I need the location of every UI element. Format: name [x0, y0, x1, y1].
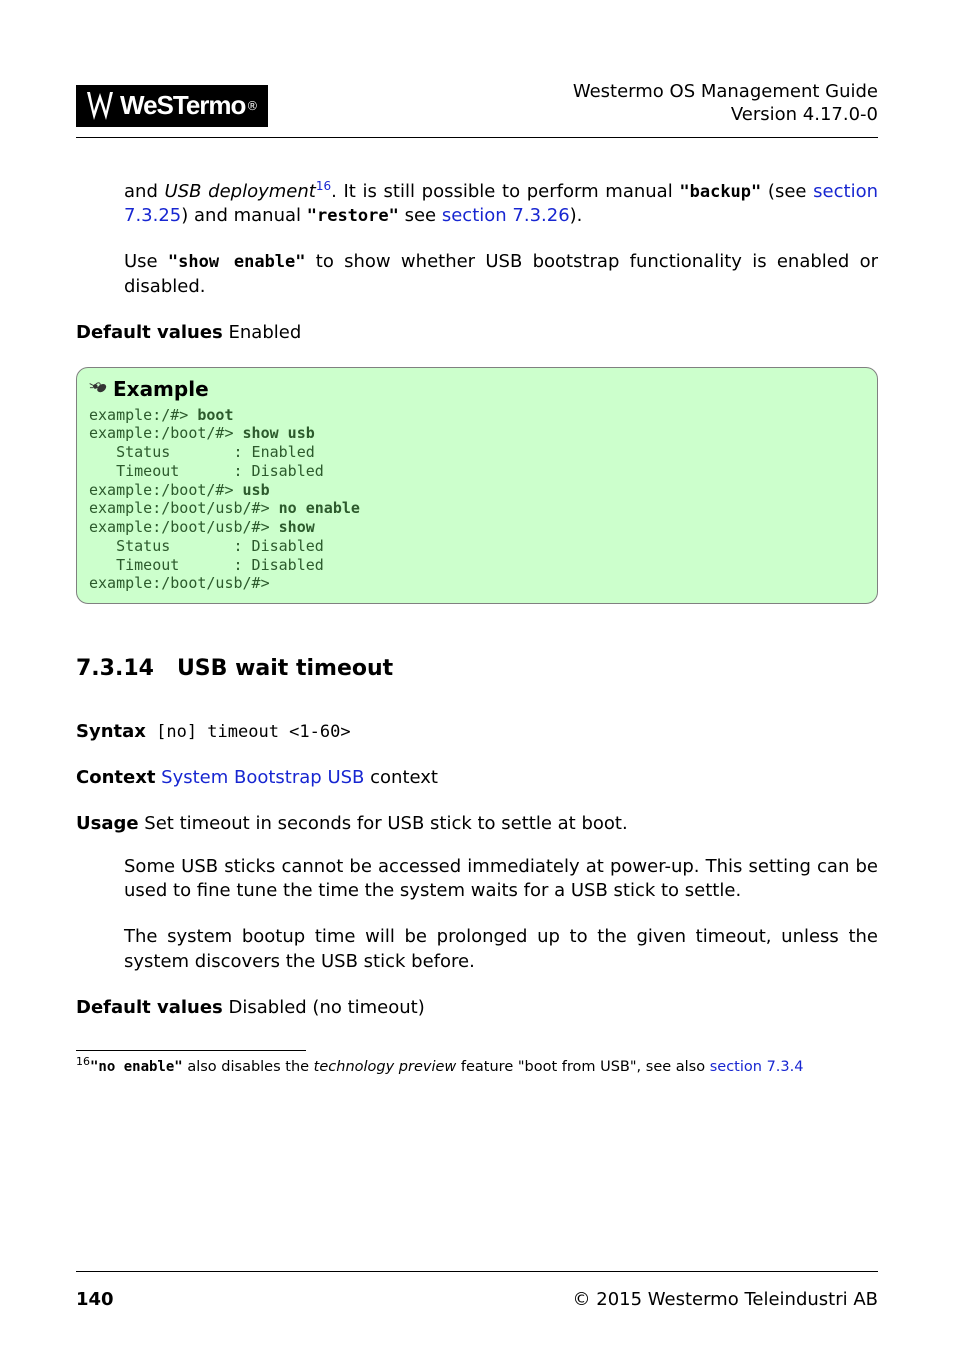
logo-registered: ®: [246, 99, 258, 113]
default-values-text-2: Disabled (no timeout): [223, 997, 425, 1018]
usage-row: Usage Set timeout in seconds for USB sti…: [76, 812, 878, 836]
example-title: Example: [113, 376, 209, 403]
t: example:/#>: [89, 406, 197, 424]
footnote-16: 16"no enable" also disables the technolo…: [76, 1055, 878, 1077]
bee-icon: [85, 374, 112, 406]
t: USB deployment: [165, 181, 316, 202]
default-values-row: Default values Enabled: [76, 321, 878, 345]
footer-rule: [76, 1271, 878, 1272]
t: Timeout : Disabled: [89, 462, 324, 480]
westermo-w-icon: [86, 91, 120, 121]
link-section-734[interactable]: section 7.3.4: [710, 1059, 804, 1075]
t: no enable: [279, 499, 360, 517]
t: show usb: [243, 424, 315, 442]
header: WeSTermo ® Westermo OS Management Guide …: [76, 80, 878, 127]
usage-paragraph-2: The system bootup time will be prolonged…: [124, 925, 878, 974]
t: "restore": [307, 206, 399, 226]
logo-text: WeSTermo: [120, 90, 245, 121]
doc-title-line2: Version 4.17.0-0: [573, 103, 878, 126]
paragraph-show-enable: Use "show enable" to show whether USB bo…: [124, 250, 878, 299]
t: Timeout : Disabled: [89, 556, 324, 574]
t: ).: [570, 205, 583, 226]
usage-paragraph-1: Some USB sticks cannot be accessed immed…: [124, 855, 878, 904]
t: see: [399, 205, 442, 226]
usage-text: Set timeout in seconds for USB stick to …: [139, 813, 628, 834]
t: also disables the: [183, 1059, 314, 1075]
t: (see: [761, 181, 813, 202]
t: technology preview: [314, 1059, 457, 1075]
t: . It is still possible to perform manual: [331, 181, 679, 202]
section-title: USB wait timeout: [177, 656, 393, 681]
copyright: © 2015 Westermo Teleindustri AB: [573, 1289, 878, 1310]
t: example:/boot/#>: [89, 481, 243, 499]
t: example:/boot/usb/#>: [89, 574, 270, 592]
usage-label: Usage: [76, 813, 139, 834]
page: WeSTermo ® Westermo OS Management Guide …: [0, 0, 954, 1350]
t: ) and manual: [181, 205, 306, 226]
footnote-mark: 16: [76, 1055, 90, 1068]
body: and USB deployment16. It is still possib…: [76, 178, 878, 1078]
terminal-output: example:/#> boot example:/boot/#> show u…: [89, 406, 865, 594]
t: and: [124, 181, 165, 202]
section-heading: 7.3.14 USB wait timeout: [76, 654, 878, 684]
footer: 140 © 2015 Westermo Teleindustri AB: [76, 1289, 878, 1310]
page-number: 140: [76, 1289, 114, 1310]
t: Status : Disabled: [89, 537, 324, 555]
example-heading: Example: [89, 376, 865, 403]
t: usb: [243, 481, 270, 499]
t: example:/boot/#>: [89, 424, 243, 442]
context-suffix: context: [364, 767, 438, 788]
t: Use: [124, 251, 168, 272]
t: boot: [197, 406, 233, 424]
t: "no enable": [90, 1059, 183, 1075]
default-values-row-2: Default values Disabled (no timeout): [76, 996, 878, 1020]
default-values-label: Default values: [76, 322, 223, 343]
footnote-rule: [76, 1050, 306, 1051]
header-rule: [76, 137, 878, 138]
t: show: [279, 518, 315, 536]
default-values-text: Enabled: [223, 322, 301, 343]
link-section-7326[interactable]: section 7.3.26: [442, 205, 570, 226]
t: Status : Enabled: [89, 443, 315, 461]
link-system-bootstrap-usb[interactable]: System Bootstrap USB: [161, 767, 364, 788]
context-row: Context System Bootstrap USB context: [76, 766, 878, 790]
example-box: Example example:/#> boot example:/boot/#…: [76, 367, 878, 604]
syntax-code: [no] timeout <1-60>: [146, 722, 351, 742]
t: example:/boot/usb/#>: [89, 518, 279, 536]
t: example:/boot/usb/#>: [89, 499, 279, 517]
syntax-label: Syntax: [76, 721, 146, 742]
logo: WeSTermo ®: [76, 85, 268, 127]
syntax-row: Syntax [no] timeout <1-60>: [76, 720, 878, 744]
t: feature "boot from USB", see also: [456, 1059, 709, 1075]
context-label: Context: [76, 767, 155, 788]
t: "show enable": [168, 252, 306, 272]
footnote-ref-16[interactable]: 16: [316, 179, 331, 193]
doc-title-line1: Westermo OS Management Guide: [573, 80, 878, 103]
doc-title: Westermo OS Management Guide Version 4.1…: [573, 80, 878, 127]
paragraph-continuation: and USB deployment16. It is still possib…: [124, 178, 878, 229]
t: "backup": [679, 182, 761, 202]
section-number: 7.3.14: [76, 656, 154, 681]
default-values-label-2: Default values: [76, 997, 223, 1018]
